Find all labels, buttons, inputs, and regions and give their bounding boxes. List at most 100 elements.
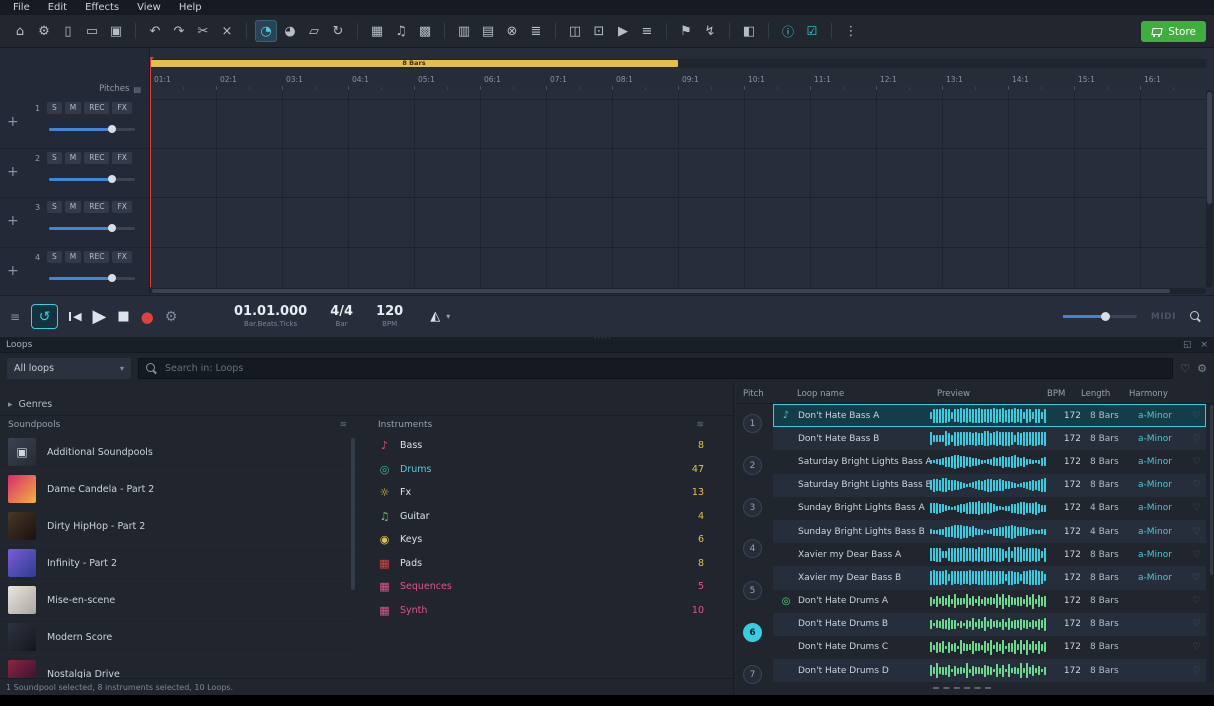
soundpool-item[interactable]: Mise-en-scene — [0, 582, 357, 619]
favorite-heart-icon[interactable]: ♡ — [1187, 619, 1206, 629]
loop-row[interactable]: Xavier my Dear Bass B1728 Barsa-Minor♡ — [773, 566, 1206, 589]
instrument-item[interactable]: ▦Pads8 — [362, 552, 718, 576]
loop-row[interactable]: ♪Don't Hate Bass A1728 Barsa-Minor♡ — [773, 404, 1206, 427]
store-button[interactable]: Store — [1141, 21, 1206, 42]
info-toggle-icon[interactable]: ⓘ — [777, 20, 799, 42]
loop-list-hscroll[interactable] — [933, 687, 991, 689]
loop-row[interactable]: Sunday Bright Lights Bass A1724 Barsa-Mi… — [773, 497, 1206, 520]
loops-filter-dropdown[interactable]: All loops ▾ — [7, 358, 131, 379]
track-m-button[interactable]: M — [65, 102, 81, 114]
menu-view[interactable]: View — [128, 0, 170, 15]
loop-row[interactable]: Sunday Bright Lights Bass B1724 Barsa-Mi… — [773, 520, 1206, 543]
loop-row[interactable]: Saturday Bright Lights Bass B1728 Barsa-… — [773, 474, 1206, 497]
track-lane[interactable] — [150, 149, 1206, 199]
instrument-item[interactable]: ◉Keys6 — [362, 528, 718, 552]
track-fx-button[interactable]: FX — [112, 201, 131, 213]
track-rec-button[interactable]: REC — [84, 102, 109, 114]
video-player-icon[interactable]: ▶ — [612, 20, 634, 42]
preview-monitor-icon[interactable]: ⊡ — [588, 20, 610, 42]
loop-range-bar[interactable]: 8 Bars — [150, 60, 678, 67]
add-track-button[interactable]: + — [7, 164, 19, 180]
favorite-heart-icon[interactable]: ♡ — [1187, 666, 1206, 676]
menu-effects[interactable]: Effects — [76, 0, 128, 15]
track-rec-button[interactable]: REC — [84, 251, 109, 263]
save-icon[interactable]: ▣ — [105, 20, 127, 42]
menu-edit[interactable]: Edit — [39, 0, 76, 15]
soundpool-item[interactable]: ▣Additional Soundpools — [0, 434, 357, 471]
favorite-heart-icon[interactable]: ♡ — [1187, 480, 1206, 490]
track-m-button[interactable]: M — [65, 251, 81, 263]
mixer-icon[interactable]: ▤ — [477, 20, 499, 42]
arranger-hscroll-thumb[interactable] — [152, 289, 1170, 293]
new-project-icon[interactable]: ▯ — [57, 20, 79, 42]
metronome-icon[interactable]: ◭ — [430, 309, 440, 324]
loop-toggle-button[interactable]: ↺ — [31, 304, 58, 329]
genres-section[interactable]: ▸ Genres — [0, 394, 733, 416]
loops-search-input[interactable] — [165, 363, 1165, 374]
cut-icon[interactable]: ✂ — [192, 20, 214, 42]
loop-preview-waveform[interactable] — [930, 547, 1048, 562]
arranger-vertical-scrollbar[interactable] — [1206, 90, 1213, 287]
soundpool-item[interactable]: Nostalgia Drive — [0, 656, 357, 678]
track-m-button[interactable]: M — [65, 152, 81, 164]
close-panel-icon[interactable]: × — [1200, 340, 1208, 350]
bar-ruler[interactable]: 01:102:103:104:105:106:107:108:109:110:1… — [150, 72, 1206, 90]
track-lane[interactable] — [150, 198, 1206, 248]
favorite-heart-icon[interactable]: ♡ — [1187, 573, 1206, 583]
time-signature-display[interactable]: 4/4 Bar — [330, 305, 353, 328]
arrangement-view-icon[interactable]: ▦ — [366, 20, 388, 42]
loop-row[interactable]: Don't Hate Drums B1728 Bars♡ — [773, 613, 1206, 636]
stop-button[interactable]: ■ — [117, 309, 129, 324]
play-button[interactable]: ▶ — [93, 306, 107, 327]
instrument-item[interactable]: ♪Bass8 — [362, 434, 718, 458]
undo-icon[interactable]: ↶ — [144, 20, 166, 42]
track-s-button[interactable]: S — [47, 251, 62, 263]
home-icon[interactable]: ⌂ — [9, 20, 31, 42]
menu-help[interactable]: Help — [170, 0, 211, 15]
loop-preview-waveform[interactable] — [930, 570, 1048, 585]
open-project-icon[interactable]: ▭ — [81, 20, 103, 42]
pitch-badge-7[interactable]: 7 — [743, 665, 762, 684]
loop-preview-waveform[interactable] — [930, 454, 1048, 469]
loop-row[interactable]: Don't Hate Drums C1728 Bars♡ — [773, 636, 1206, 659]
loop-preview-waveform[interactable] — [930, 640, 1048, 655]
soundpools-filter-icon[interactable]: ≋ — [339, 420, 347, 430]
track-volume-thumb[interactable] — [108, 274, 116, 282]
track-s-button[interactable]: S — [47, 152, 62, 164]
master-volume-slider[interactable] — [1063, 315, 1137, 318]
loop-preview-waveform[interactable] — [930, 594, 1048, 609]
track-volume-thumb[interactable] — [108, 224, 116, 232]
track-fx-button[interactable]: FX — [112, 152, 131, 164]
loop-preview-waveform[interactable] — [930, 617, 1048, 632]
loops-searchbox[interactable] — [138, 358, 1173, 379]
redo-icon[interactable]: ↷ — [168, 20, 190, 42]
loop-row[interactable]: ◎Don't Hate Drums A1728 Bars♡ — [773, 590, 1206, 613]
genres-expand-icon[interactable]: ▸ — [8, 400, 13, 410]
matrix-view-icon[interactable]: ▩ — [414, 20, 436, 42]
loop-preview-waveform[interactable] — [930, 478, 1048, 493]
more-options-icon[interactable]: ⋮ — [840, 20, 862, 42]
instruments-filter-icon[interactable]: ≋ — [696, 420, 704, 430]
favorite-heart-icon[interactable]: ♡ — [1187, 411, 1206, 421]
level-meter-icon[interactable]: ▥ — [453, 20, 475, 42]
skip-start-button[interactable]: ◀ — [69, 310, 81, 323]
track-volume-thumb[interactable] — [108, 175, 116, 183]
marker-icon[interactable]: ⚑ — [675, 20, 697, 42]
instrument-view-icon[interactable]: ♫ — [390, 20, 412, 42]
track-volume-slider[interactable] — [49, 227, 135, 230]
add-track-button[interactable]: + — [7, 213, 19, 229]
loop-preview-waveform[interactable] — [930, 431, 1048, 446]
pitch-badge-4[interactable]: 4 — [743, 539, 762, 558]
tips-toggle-icon[interactable]: ☑ — [801, 20, 823, 42]
add-track-button[interactable]: + — [7, 263, 19, 279]
loop-list-scroll-thumb[interactable] — [1210, 405, 1213, 575]
favorite-heart-icon[interactable]: ♡ — [1187, 550, 1206, 560]
undock-panel-icon[interactable]: ◱ — [1183, 340, 1192, 350]
loop-preview-waveform[interactable] — [930, 663, 1048, 678]
loop-preview-waveform[interactable] — [930, 408, 1048, 423]
instrument-item[interactable]: ▦Synth10 — [362, 599, 718, 623]
favorite-heart-icon[interactable]: ♡ — [1187, 457, 1206, 467]
arranger-horizontal-scrollbar[interactable] — [150, 288, 1206, 294]
track-s-button[interactable]: S — [47, 102, 62, 114]
timeline-grid[interactable] — [150, 90, 1206, 287]
